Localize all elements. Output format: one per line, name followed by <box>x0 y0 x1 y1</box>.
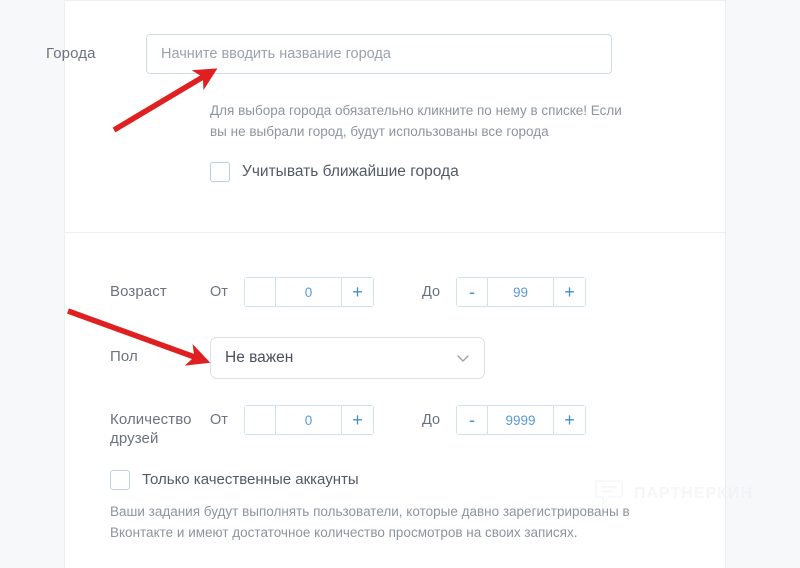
age-from-word: От <box>210 284 228 300</box>
friends-count-row: Количество друзей От - 0 + До - 9999 + <box>110 405 586 448</box>
quality-accounts-checkbox[interactable] <box>110 470 130 490</box>
cities-hint-text: Для выбора города обязательно кликните п… <box>210 103 622 139</box>
section-divider <box>65 232 725 233</box>
gender-row: Пол Не важен <box>110 337 485 379</box>
age-to-value[interactable]: 99 <box>488 277 554 307</box>
friends-stepper-group: От - 0 + До - 9999 + <box>210 405 586 435</box>
friends-to-minus-button[interactable]: - <box>456 405 488 435</box>
age-to-minus-button[interactable]: - <box>456 277 488 307</box>
friends-to-word: До <box>422 412 441 428</box>
quality-accounts-label: Только качественные аккаунты <box>142 471 359 488</box>
age-label: Возраст <box>110 283 167 300</box>
gender-selected-value: Не важен <box>225 349 294 366</box>
friends-from-minus-button[interactable]: - <box>244 405 276 435</box>
age-to-stepper: - 99 + <box>456 277 586 307</box>
friends-from-stepper: - 0 + <box>244 405 374 435</box>
chevron-down-icon <box>457 355 469 362</box>
nearby-cities-checkbox-row[interactable]: Учитывать ближайшие города <box>210 162 459 182</box>
age-from-plus-button[interactable]: + <box>342 277 374 307</box>
friends-from-value[interactable]: 0 <box>276 405 342 435</box>
quality-accounts-description: Ваши задания будут выполнять пользовател… <box>110 504 630 540</box>
age-to-plus-button[interactable]: + <box>554 277 586 307</box>
friends-from-plus-button[interactable]: + <box>342 405 374 435</box>
age-to-word: До <box>422 284 441 300</box>
gender-label: Пол <box>110 348 138 365</box>
cities-input[interactable] <box>146 34 612 74</box>
friends-to-stepper: - 9999 + <box>456 405 586 435</box>
gender-select[interactable]: Не важен <box>210 337 485 379</box>
age-from-value[interactable]: 0 <box>276 277 342 307</box>
age-from-minus-button[interactable]: - <box>244 277 276 307</box>
age-row: Возраст От - 0 + До - 99 + <box>110 277 586 307</box>
card-top-divider <box>65 0 725 1</box>
nearby-cities-label: Учитывать ближайшие города <box>242 163 459 180</box>
cities-label: Города <box>46 45 96 62</box>
friends-count-label: Количество друзей <box>110 411 192 447</box>
age-from-stepper: - 0 + <box>244 277 374 307</box>
friends-to-plus-button[interactable]: + <box>554 405 586 435</box>
nearby-cities-checkbox[interactable] <box>210 162 230 182</box>
friends-from-word: От <box>210 412 228 428</box>
age-stepper-group: От - 0 + До - 99 + <box>210 277 586 307</box>
cities-row: Города <box>46 34 612 74</box>
quality-accounts-checkbox-row[interactable]: Только качественные аккаунты <box>110 470 359 490</box>
friends-to-value[interactable]: 9999 <box>488 405 554 435</box>
